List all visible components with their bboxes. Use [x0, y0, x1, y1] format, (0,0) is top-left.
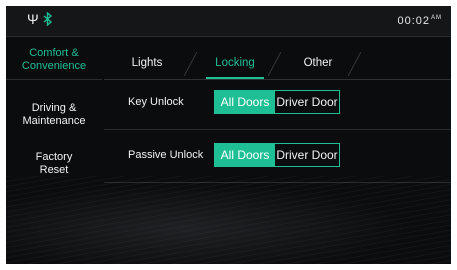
setting-label: Passive Unlock — [128, 149, 204, 161]
clock-ampm: AM — [431, 15, 442, 21]
key-unlock-segmented-control: All Doors Driver Door — [214, 90, 340, 114]
passive-unlock-segmented-control: All Doors Driver Door — [214, 143, 340, 167]
tab-other[interactable]: Other — [276, 48, 360, 78]
usb-icon: Ψ — [27, 11, 39, 27]
row-divider — [104, 129, 451, 130]
status-bar: Ψ 00:02AM — [6, 6, 451, 37]
infotainment-screen: Ψ 00:02AM Comfort & Convenience Driving … — [6, 6, 451, 264]
tab-bar: Lights Locking Other — [104, 48, 451, 80]
tab-locking[interactable]: Locking — [202, 48, 268, 78]
setting-row-key-unlock: Key Unlock All Doors Driver Door — [104, 90, 451, 148]
setting-label: Key Unlock — [128, 96, 184, 108]
tab-bar-divider — [104, 79, 451, 80]
sidebar-item-comfort-convenience[interactable]: Comfort & Convenience — [6, 47, 102, 80]
key-unlock-all-doors-option[interactable]: All Doors — [215, 91, 275, 113]
passive-unlock-driver-door-option[interactable]: Driver Door — [275, 144, 339, 166]
bluetooth-icon — [43, 11, 53, 31]
background-texture — [6, 176, 451, 264]
sidebar-item-driving-maintenance[interactable]: Driving & Maintenance — [6, 102, 102, 128]
tab-lights[interactable]: Lights — [104, 48, 190, 78]
sidebar-item-factory-reset[interactable]: Factory Reset — [6, 151, 102, 177]
clock-time: 00:02 — [397, 15, 430, 27]
clock: 00:02AM — [397, 15, 442, 27]
passive-unlock-all-doors-option[interactable]: All Doors — [215, 144, 275, 166]
key-unlock-driver-door-option[interactable]: Driver Door — [275, 91, 339, 113]
